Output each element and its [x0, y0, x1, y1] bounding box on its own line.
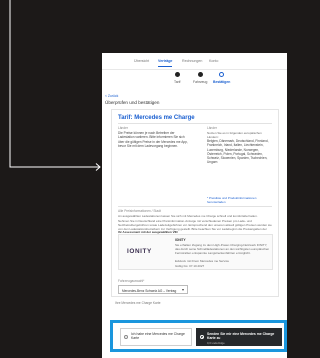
price-info-label: Länder: [118, 126, 128, 130]
step-dot-vehicle: [198, 72, 203, 77]
page-title: Überprüfen und bestätigen: [105, 100, 160, 105]
ionity-logo-text: IONITY: [127, 248, 152, 255]
radio-send-card[interactable]: [200, 335, 204, 339]
countries-label: Länder: [207, 126, 217, 130]
step-label-vehicle: Fahrzeug: [193, 80, 208, 84]
chevron-down-icon: [182, 289, 184, 291]
nav-item-contracts[interactable]: Verträge: [158, 59, 172, 63]
checkout-page: Übersicht Verträge Rechnungen Konto Tari…: [102, 53, 287, 358]
ionity-title: IONITY: [175, 238, 186, 242]
ionity-offer-box: IONITY IONITY Sie erhalten Zugang zu dem…: [118, 234, 273, 270]
checkout-stepper: Tarif Fahrzeug Bestätigen: [102, 72, 287, 92]
step-dot-tariff: [175, 72, 180, 77]
vehicle-select-label: Fahrzeugauswahl*: [118, 279, 145, 283]
nav-active-indicator: [158, 66, 172, 67]
price-details-intro: An ausgewählten Ladestationen lassen Sie…: [118, 214, 258, 218]
ionity-logo: IONITY: [127, 248, 152, 255]
card-option-highlight: Ich habe eine Mercedes me Charge Karte S…: [110, 320, 287, 352]
option-send-card-sub: 0,0 Lieferfolge: [207, 341, 225, 345]
radio-have-card[interactable]: [124, 335, 128, 339]
step-label-confirm: Bestätigen: [213, 80, 231, 84]
nav-item-account[interactable]: Konto: [209, 59, 218, 63]
ionity-description: Sie erhalten Zugang zu dem High-Power-Ch…: [175, 243, 270, 255]
price-details-label: Alle Preisinformationen / Stadt: [118, 209, 161, 213]
divider: [118, 123, 272, 124]
stage: Übersicht Verträge Rechnungen Konto Tari…: [0, 0, 287, 358]
ionity-extra: Exklusiv mit ihrem Mercedes me Service: [175, 259, 230, 263]
tariff-summary-card: Tarif: Mercedes me Charge Länder Die Pre…: [111, 109, 279, 297]
card-option-label: Ihre Mercedes me Charge Karte: [115, 301, 161, 305]
vehicle-select-value: Mercedes-Benz Schweiz AG – Vertrag: [122, 288, 177, 293]
step-label-tariff: Tarif: [174, 80, 181, 84]
step-dot-confirm: [219, 72, 224, 77]
ionity-validity: Gültig bis: 07.10.2027: [175, 264, 205, 268]
nav-item-overview[interactable]: Übersicht: [134, 59, 149, 63]
back-link[interactable]: < Zurück: [105, 94, 118, 98]
top-navigation: Übersicht Verträge Rechnungen Konto: [102, 53, 287, 70]
countries-intro: Nutzen Sie es in folgenden europäischen …: [207, 131, 262, 139]
option-have-card[interactable]: Ich habe eine Mercedes me Charge Karte: [120, 328, 192, 346]
option-send-card-text: Senden Sie mir eine Mercedes me Charge K…: [207, 332, 275, 341]
countries-list: Belgien, Dänemark, Deutschland, Finnland…: [207, 139, 269, 165]
option-send-card[interactable]: Senden Sie mir eine Mercedes me Charge K…: [196, 328, 282, 346]
vehicle-select[interactable]: Mercedes-Benz Schweiz AG – Vertrag: [118, 285, 188, 294]
price-info-text: Die Preise können je nach Betreiber der …: [118, 131, 188, 148]
pricelist-download-link[interactable]: * Preisliste und Produktinformationen he…: [207, 196, 273, 204]
tariff-title: Tarif: Mercedes me Charge: [118, 115, 195, 121]
nav-item-invoices[interactable]: Rechnungen: [182, 59, 202, 63]
divider: [118, 206, 272, 207]
option-have-card-text: Ich habe eine Mercedes me Charge Karte: [131, 332, 185, 341]
